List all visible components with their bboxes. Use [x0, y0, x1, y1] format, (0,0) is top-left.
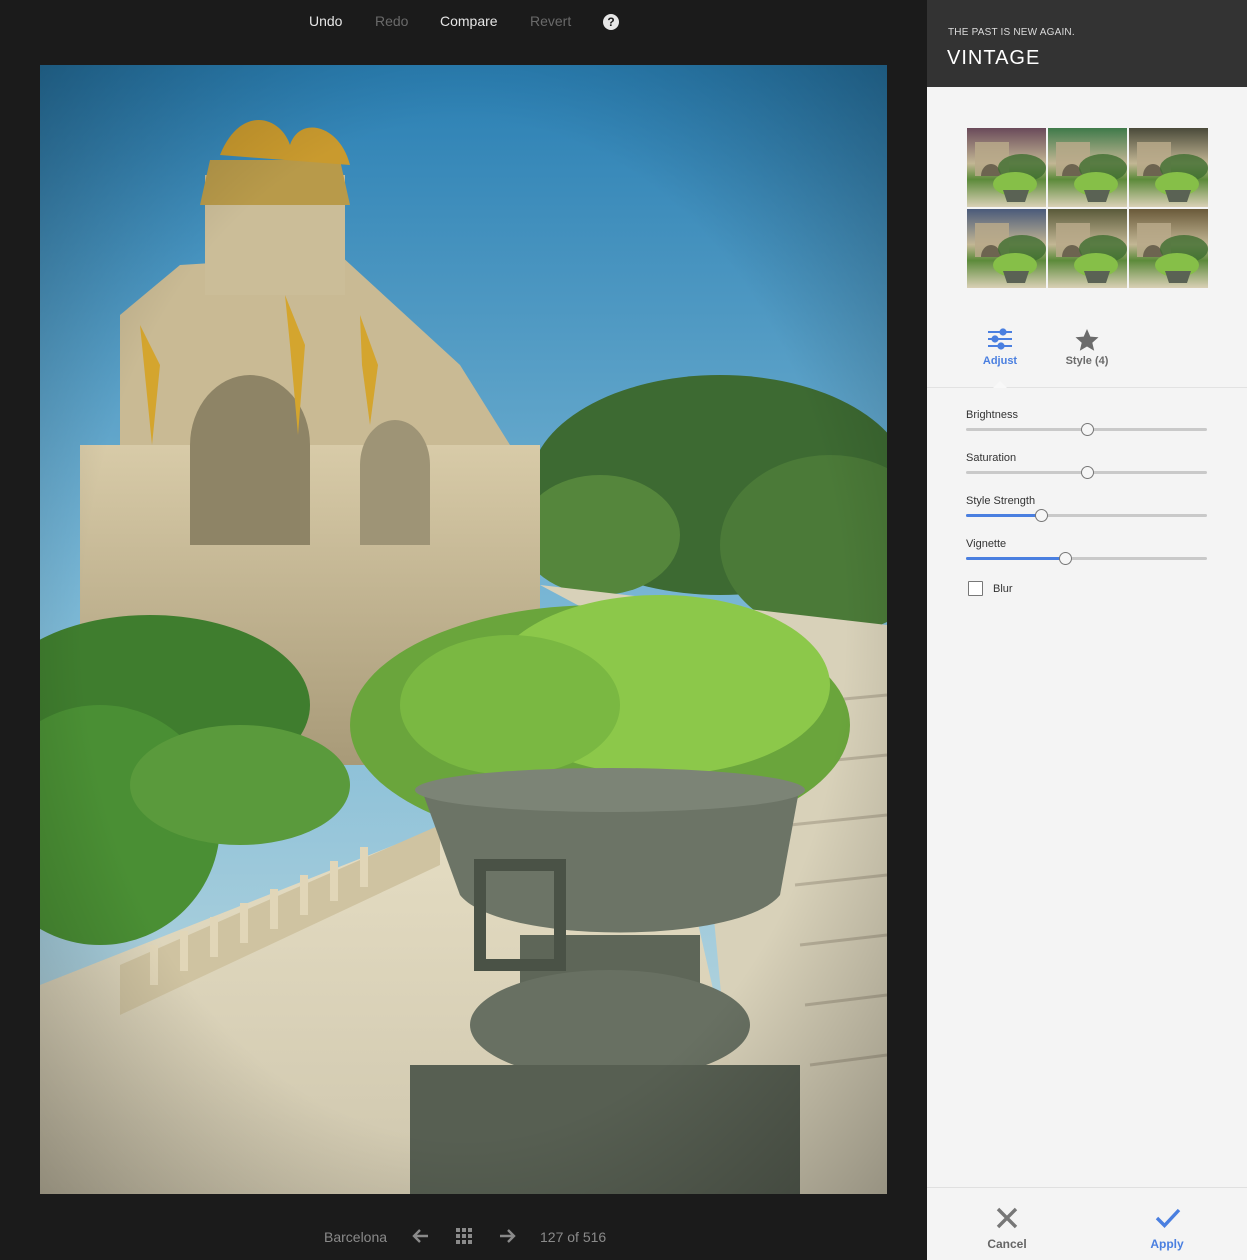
- style-thumbnail[interactable]: [1129, 128, 1208, 207]
- slider-label: Brightness: [966, 409, 1018, 421]
- slider-handle[interactable]: [1081, 466, 1094, 479]
- slider-vignette: Vignette: [966, 538, 1208, 568]
- slider-handle[interactable]: [1059, 552, 1072, 565]
- slider-style-strength: Style Strength: [966, 495, 1208, 525]
- help-icon[interactable]: ?: [603, 14, 619, 30]
- close-icon: [996, 1207, 1018, 1229]
- star-icon: [1075, 329, 1099, 351]
- panel-footer: Cancel Apply: [927, 1187, 1247, 1260]
- slider-saturation: Saturation: [966, 452, 1208, 482]
- style-thumbnails: [967, 128, 1209, 289]
- apply-button[interactable]: Apply: [1127, 1202, 1207, 1252]
- edit-panel: THE PAST IS NEW AGAIN. VINTAGE Adjust St…: [927, 0, 1247, 1260]
- slider-handle[interactable]: [1081, 423, 1094, 436]
- slider-label: Saturation: [966, 452, 1017, 464]
- cancel-button[interactable]: Cancel: [967, 1202, 1047, 1252]
- undo-button[interactable]: Undo: [309, 13, 342, 29]
- apply-label: Apply: [1150, 1237, 1184, 1251]
- slider-label: Style Strength: [966, 495, 1036, 507]
- slider-brightness: Brightness: [966, 409, 1208, 439]
- slider-handle[interactable]: [1035, 509, 1048, 522]
- tab-style[interactable]: Style (4): [1047, 328, 1127, 374]
- blur-label: Blur: [993, 583, 1013, 595]
- tab-adjust-label: Adjust: [982, 355, 1018, 367]
- tab-style-label: Style (4): [1065, 355, 1109, 367]
- blur-checkbox[interactable]: [968, 581, 983, 596]
- tab-indicator: [993, 381, 1007, 388]
- grid-icon[interactable]: [453, 1225, 475, 1247]
- slider-label: Vignette: [966, 538, 1007, 550]
- style-thumbnail[interactable]: [967, 209, 1046, 288]
- photo-counter: 127 of 516: [540, 1229, 607, 1245]
- photo-canvas: [40, 65, 887, 1194]
- sliders-icon: [988, 328, 1012, 350]
- next-arrow-icon[interactable]: [497, 1225, 519, 1247]
- revert-button[interactable]: Revert: [530, 13, 571, 29]
- checkmark-icon: [1155, 1208, 1181, 1228]
- style-thumbnail[interactable]: [1048, 128, 1127, 207]
- tab-adjust[interactable]: Adjust: [960, 328, 1040, 374]
- top-toolbar: Undo Redo Compare Revert ?: [0, 0, 927, 45]
- filter-title: VINTAGE: [947, 47, 1041, 69]
- tab-divider: [927, 387, 1247, 388]
- slider-fill: [966, 514, 1041, 517]
- album-name[interactable]: Barcelona: [324, 1229, 387, 1245]
- prev-arrow-icon[interactable]: [409, 1225, 431, 1247]
- style-thumbnail[interactable]: [1048, 209, 1127, 288]
- style-thumbnail[interactable]: [967, 128, 1046, 207]
- style-thumbnail[interactable]: [1129, 209, 1208, 288]
- cancel-label: Cancel: [987, 1237, 1027, 1251]
- filter-tagline: THE PAST IS NEW AGAIN.: [948, 27, 1075, 38]
- compare-button[interactable]: Compare: [440, 13, 498, 29]
- slider-fill: [966, 557, 1065, 560]
- panel-header: THE PAST IS NEW AGAIN. VINTAGE: [927, 0, 1247, 87]
- redo-button[interactable]: Redo: [375, 13, 408, 29]
- photo-illustration: [40, 65, 887, 1194]
- bottom-nav: Barcelona 127 of 516: [0, 1212, 927, 1259]
